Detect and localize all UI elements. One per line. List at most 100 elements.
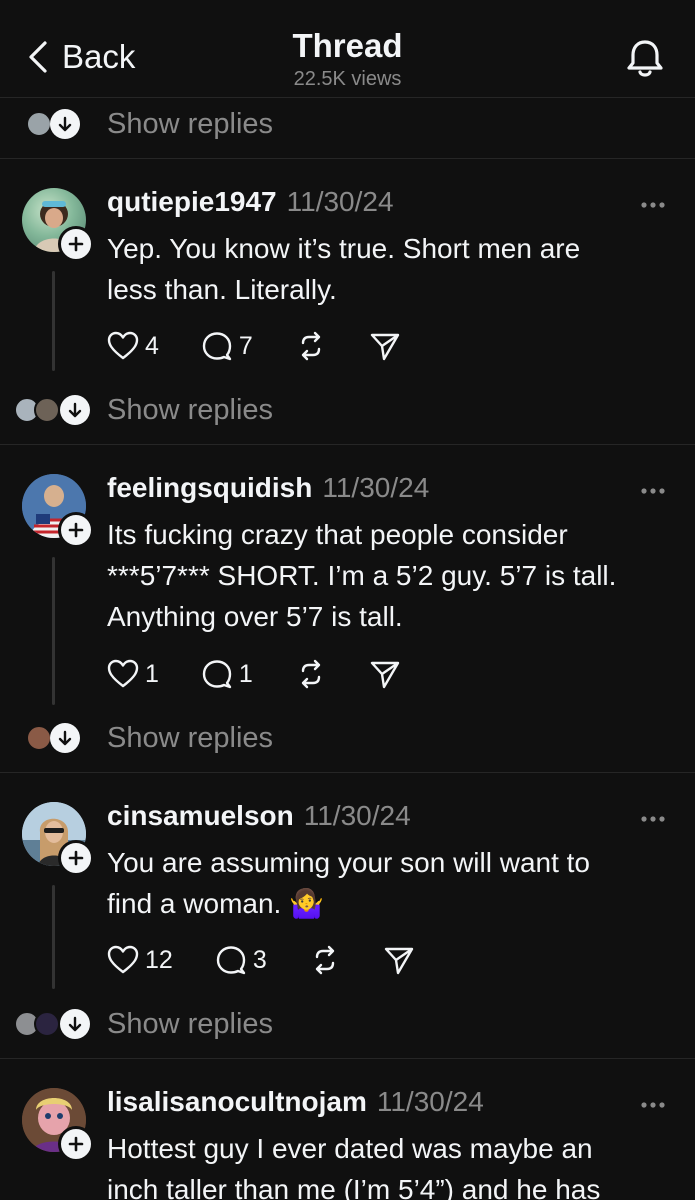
heart-icon	[107, 331, 139, 360]
like-count: 12	[145, 945, 173, 974]
heart-icon	[107, 945, 139, 974]
page-title: Thread	[292, 27, 403, 64]
post-header: lisalisanocultnojam 11/30/24	[107, 1086, 484, 1118]
show-replies-link[interactable]: Show replies	[107, 722, 273, 755]
post-date: 11/30/24	[303, 800, 411, 831]
thread-line	[52, 885, 55, 989]
post-header: cinsamuelson 11/30/24	[107, 800, 411, 832]
view-count: 22.5K views	[293, 68, 402, 90]
post-text-line: ***5’7*** SHORT. I’m a 5’2 guy. 5’7 is t…	[107, 560, 617, 591]
like-button[interactable]: 4	[107, 331, 159, 361]
like-button[interactable]: 12	[107, 945, 173, 975]
reply-avatars	[26, 109, 82, 139]
follow-button[interactable]	[58, 512, 94, 548]
repost-icon	[315, 945, 334, 975]
post-text: Yep. You know it’s true. Short men are l…	[107, 228, 677, 310]
comment-count: 7	[238, 331, 253, 360]
plus-icon	[68, 850, 84, 866]
like-count: 1	[145, 659, 159, 688]
plus-icon	[68, 522, 84, 538]
arrow-down-icon	[50, 723, 80, 753]
show-replies-link[interactable]: Show replies	[107, 1008, 273, 1041]
share-button[interactable]	[383, 945, 415, 975]
share-button[interactable]	[369, 331, 401, 361]
username[interactable]: cinsamuelson	[107, 800, 294, 832]
post-actions: 4 7	[107, 328, 401, 364]
send-icon	[384, 947, 413, 975]
bell-icon[interactable]	[622, 36, 668, 82]
like-count: 4	[145, 331, 159, 360]
post-text: Hottest guy I ever dated was maybe an in…	[107, 1128, 677, 1200]
avatar	[34, 1011, 60, 1037]
post-date: 11/30/24	[376, 1086, 484, 1117]
repost-button[interactable]	[309, 945, 341, 975]
post-text-line: Anything over 5’7 is tall.	[107, 601, 403, 632]
post-text-line: Hottest guy I ever dated was maybe an	[107, 1133, 593, 1164]
show-replies-link[interactable]: Show replies	[107, 108, 273, 141]
post-text-line: Yep. You know it’s true. Short men are	[107, 233, 581, 264]
arrow-down-icon	[60, 1009, 90, 1039]
comment-button[interactable]: 3	[215, 945, 267, 975]
like-button[interactable]: 1	[107, 659, 159, 689]
heart-icon	[107, 659, 139, 688]
reply-avatars	[14, 395, 94, 425]
more-options-icon[interactable]	[640, 200, 666, 210]
repost-icon	[301, 331, 321, 361]
thread-line	[52, 271, 55, 371]
post-text-line: Its fucking crazy that people consider	[107, 519, 568, 550]
follow-button[interactable]	[58, 1126, 94, 1162]
username[interactable]: feelingsquidish	[107, 472, 312, 504]
repost-button[interactable]	[295, 659, 327, 689]
post-text-line: find a woman. 🤷‍♀️	[107, 888, 324, 919]
arrow-down-icon	[50, 109, 80, 139]
repost-icon	[301, 659, 321, 689]
post-text-line: You are assuming your son will want to	[107, 847, 590, 878]
comment-count: 3	[252, 945, 267, 974]
plus-icon	[68, 1136, 84, 1152]
show-replies-row[interactable]: Show replies	[0, 718, 695, 758]
avatar	[26, 725, 52, 751]
more-options-icon[interactable]	[640, 1100, 666, 1110]
post-text-line: less than. Literally.	[107, 274, 337, 305]
username[interactable]: qutiepie1947	[107, 186, 277, 218]
title-block: Thread 22.5K views	[0, 26, 695, 91]
send-icon	[370, 333, 400, 361]
top-bar: Back Thread 22.5K views	[0, 0, 695, 98]
more-options-icon[interactable]	[640, 814, 666, 824]
reply-avatars	[14, 1009, 94, 1039]
post-header: feelingsquidish 11/30/24	[107, 472, 429, 504]
show-replies-row[interactable]: Show replies	[0, 104, 695, 144]
comment-button[interactable]: 1	[201, 659, 253, 689]
avatar	[26, 111, 52, 137]
post-actions: 12 3	[107, 942, 415, 978]
follow-button[interactable]	[58, 840, 94, 876]
post-text-line: inch taller than me (I’m 5’4”) and he ha…	[107, 1174, 601, 1200]
more-options-icon[interactable]	[640, 486, 666, 496]
post-header: qutiepie1947 11/30/24	[107, 186, 394, 218]
plus-icon	[68, 236, 84, 252]
comment-count: 1	[238, 659, 253, 688]
comment-button[interactable]: 7	[201, 331, 253, 361]
arrow-down-icon	[60, 395, 90, 425]
thread-post: lisalisanocultnojam 11/30/24 Hottest guy…	[0, 1058, 695, 1200]
comment-icon	[202, 660, 232, 689]
thread-post: feelingsquidish 11/30/24 Its fucking cra…	[0, 444, 695, 716]
post-date: 11/30/24	[322, 472, 430, 503]
show-replies-row[interactable]: Show replies	[0, 1004, 695, 1044]
post-text: You are assuming your son will want to f…	[107, 842, 677, 924]
send-icon	[370, 661, 400, 689]
post-date: 11/30/24	[286, 186, 394, 217]
username[interactable]: lisalisanocultnojam	[107, 1086, 367, 1118]
show-replies-link[interactable]: Show replies	[107, 394, 273, 427]
avatar	[34, 397, 60, 423]
share-button[interactable]	[369, 659, 401, 689]
comment-icon	[202, 332, 232, 361]
thread-line	[52, 557, 55, 705]
post-actions: 1 1	[107, 656, 401, 692]
thread-post: cinsamuelson 11/30/24 You are assuming y…	[0, 772, 695, 1004]
follow-button[interactable]	[58, 226, 94, 262]
post-text: Its fucking crazy that people consider *…	[107, 514, 687, 637]
repost-button[interactable]	[295, 331, 327, 361]
thread-post: qutiepie1947 11/30/24 Yep. You know it’s…	[0, 158, 695, 388]
show-replies-row[interactable]: Show replies	[0, 390, 695, 430]
